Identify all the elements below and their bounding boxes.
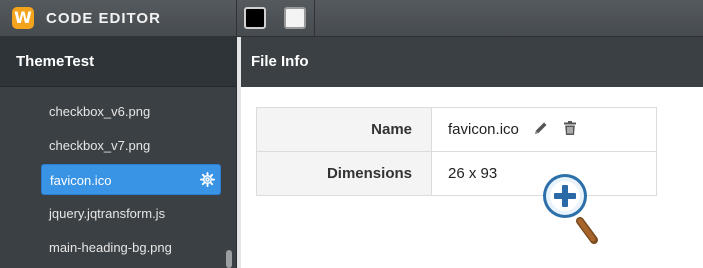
pencil-icon[interactable]: [533, 120, 549, 140]
gear-icon[interactable]: [200, 172, 215, 187]
file-item-main-heading-bg[interactable]: main-heading-bg.png: [41, 232, 221, 263]
white-theme-swatch[interactable]: [284, 7, 306, 29]
name-value-cell: favicon.ico: [431, 107, 657, 152]
file-item-label: favicon.ico: [50, 173, 112, 188]
file-info-panel: Name favicon.ico Dimensions 26 x 93: [241, 87, 703, 268]
file-sidebar: ThemeTest checkbox_v6.png checkbox_v7.pn…: [0, 37, 236, 268]
file-item-jquery-jqtransform[interactable]: jquery.jqtransform.js: [41, 198, 221, 229]
toolbar-divider: [314, 0, 315, 37]
black-theme-swatch[interactable]: [244, 7, 266, 29]
file-item-favicon[interactable]: favicon.ico: [41, 164, 221, 195]
file-item-checkbox-v7[interactable]: checkbox_v7.png: [41, 130, 221, 161]
name-label: Name: [256, 107, 432, 152]
weebly-logo: W: [12, 7, 34, 29]
top-bar: W CODE EDITOR: [0, 0, 703, 37]
table-row: Name favicon.ico: [256, 107, 657, 152]
zoom-in-icon[interactable]: [538, 174, 602, 250]
file-item-checkbox-v6[interactable]: checkbox_v6.png: [41, 96, 221, 127]
sidebar-title: ThemeTest: [0, 37, 236, 87]
dimensions-label: Dimensions: [256, 151, 432, 196]
toolbar-divider: [236, 0, 237, 37]
sidebar-scrollbar[interactable]: [226, 250, 232, 268]
file-name-value: favicon.ico: [448, 120, 519, 138]
app-title: CODE EDITOR: [46, 10, 161, 27]
panel-title: File Info: [241, 37, 703, 87]
trash-icon[interactable]: [563, 120, 577, 140]
